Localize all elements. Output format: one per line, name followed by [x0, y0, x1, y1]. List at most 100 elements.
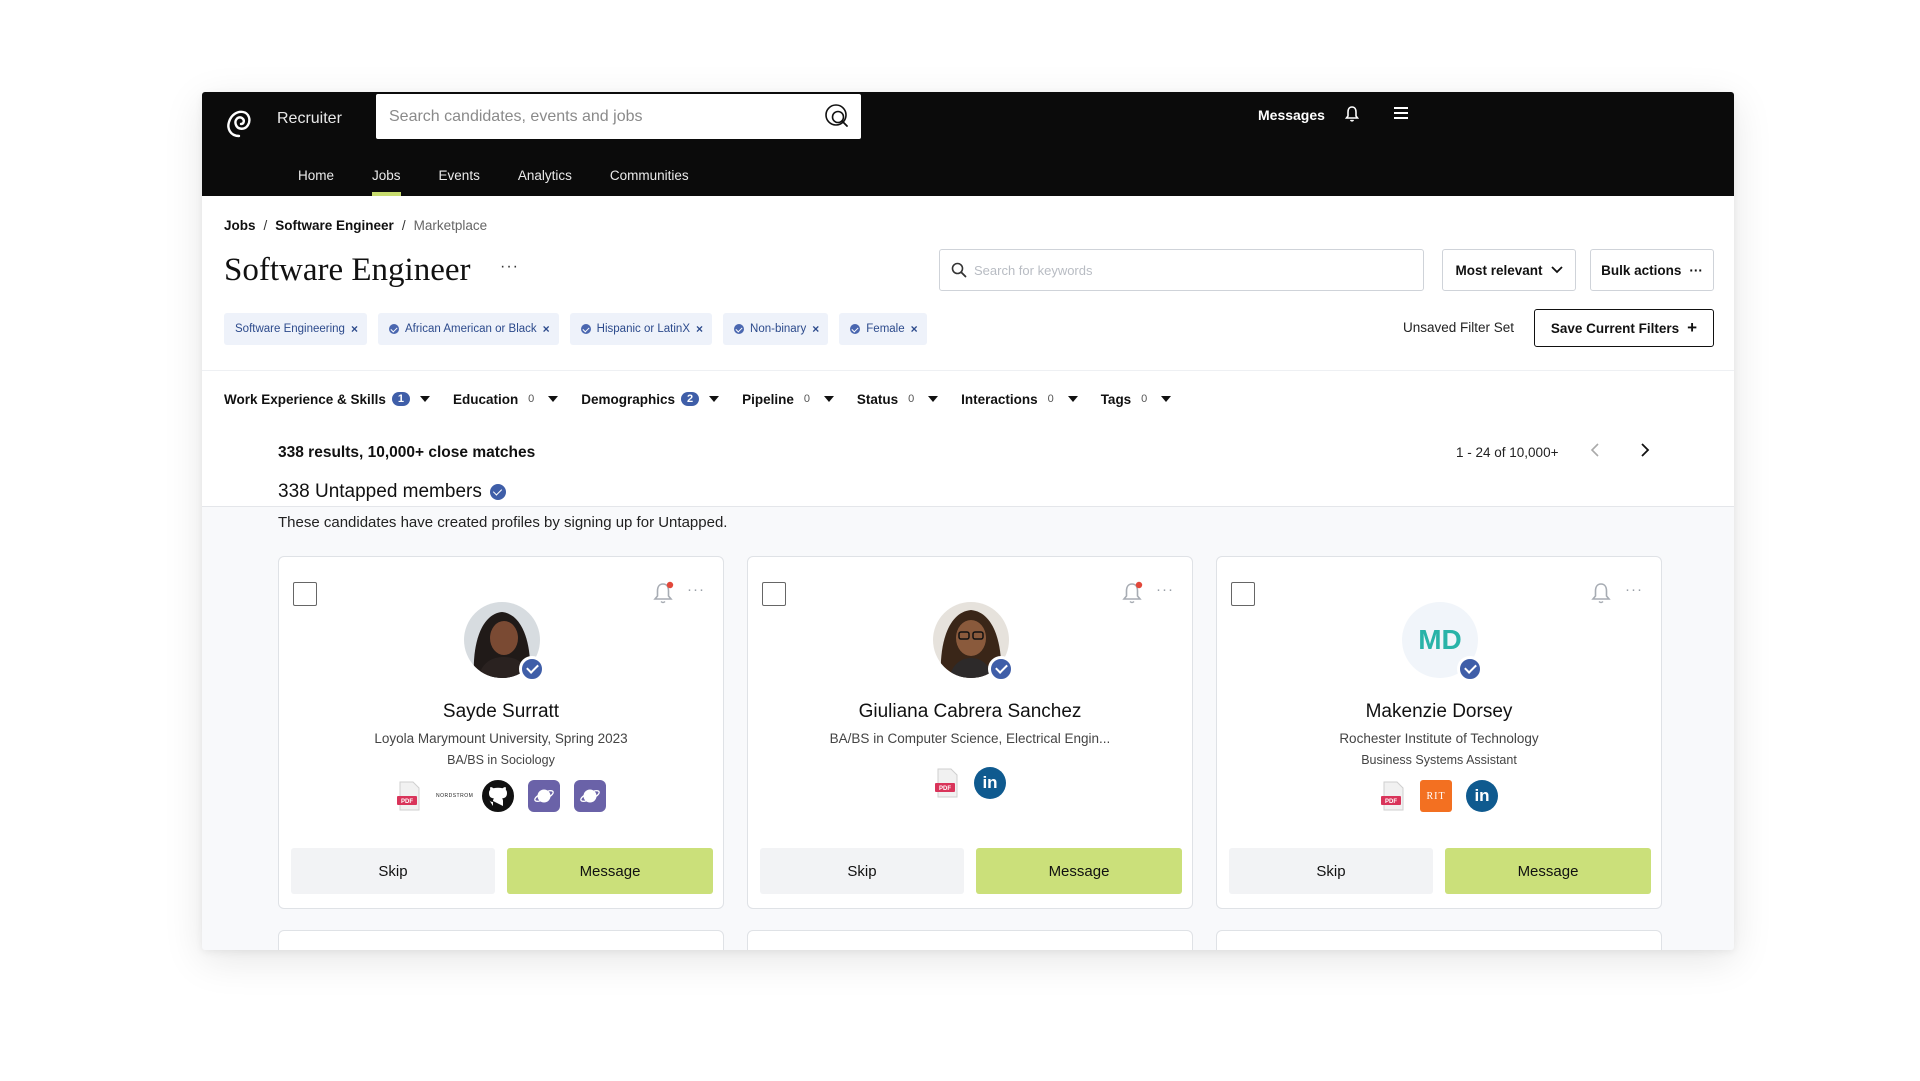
select-checkbox[interactable]: [762, 582, 786, 606]
keyword-search[interactable]: [939, 249, 1424, 291]
filter-count: 1: [391, 392, 410, 406]
chevron-down-icon: [1550, 266, 1563, 274]
tab-analytics[interactable]: Analytics: [499, 156, 591, 196]
pdf-icon[interactable]: PDF: [934, 768, 960, 798]
filter-chip[interactable]: Non-binary ×: [723, 313, 829, 345]
skip-button[interactable]: Skip: [291, 848, 495, 894]
message-button[interactable]: Message: [1445, 848, 1651, 894]
chip-label: Non-binary: [750, 323, 807, 335]
tab-home[interactable]: Home: [279, 156, 353, 196]
candidate-card: [747, 930, 1193, 950]
message-button[interactable]: Message: [976, 848, 1182, 894]
tab-jobs[interactable]: Jobs: [353, 156, 420, 196]
filter-demographics[interactable]: Demographics 2: [581, 392, 720, 407]
candidate-links: PDF in: [748, 767, 1192, 799]
more-icon[interactable]: ···: [687, 581, 705, 598]
check-circle-icon: [850, 324, 861, 334]
bulk-actions-button[interactable]: Bulk actions ···: [1590, 249, 1714, 291]
skip-button[interactable]: Skip: [1229, 848, 1433, 894]
verified-check-icon: [988, 656, 1014, 682]
bulk-actions-label: Bulk actions: [1601, 262, 1682, 278]
messages-link[interactable]: Messages: [1258, 107, 1325, 123]
close-icon[interactable]: ×: [543, 322, 550, 336]
rit-logo[interactable]: RIT: [1420, 780, 1452, 812]
pdf-icon[interactable]: PDF: [1380, 781, 1406, 811]
caret-down-icon: [548, 396, 559, 402]
active-filter-chips: Software Engineering × African American …: [224, 313, 927, 345]
hamburger-menu-icon[interactable]: [1393, 106, 1409, 120]
caret-down-icon: [1067, 396, 1078, 402]
global-search-input[interactable]: [389, 107, 809, 126]
breadcrumb-current: Marketplace: [413, 218, 488, 233]
tab-events[interactable]: Events: [420, 156, 499, 196]
filter-count: 0: [1047, 393, 1054, 405]
linkedin-icon[interactable]: in: [1466, 780, 1498, 812]
chevron-right-icon[interactable]: [1634, 440, 1654, 460]
pdf-icon[interactable]: PDF: [396, 781, 422, 811]
verified-check-icon: [1457, 656, 1483, 682]
linkedin-icon[interactable]: in: [974, 767, 1006, 799]
filter-education[interactable]: Education 0: [453, 392, 559, 407]
candidate-detail: Loyola Marymount University, Spring 2023: [374, 731, 628, 746]
candidate-name[interactable]: Giuliana Cabrera Sanchez: [748, 701, 1192, 723]
breadcrumb-separator: /: [263, 218, 268, 233]
breadcrumb-job[interactable]: Software Engineer: [275, 218, 394, 233]
candidate-links: PDF NORDSTROM: [279, 780, 723, 812]
filter-chip[interactable]: African American or Black ×: [377, 313, 559, 345]
nordstrom-logo[interactable]: NORDSTROM: [436, 793, 473, 799]
portfolio-icon[interactable]: [528, 780, 560, 812]
filter-chip[interactable]: Hispanic or LatinX ×: [569, 313, 713, 345]
close-icon[interactable]: ×: [812, 322, 819, 336]
sort-label: Most relevant: [1455, 262, 1543, 278]
close-icon[interactable]: ×: [351, 322, 358, 336]
portfolio-icon[interactable]: [574, 780, 606, 812]
filter-count: 2: [681, 392, 700, 406]
filter-chip[interactable]: Software Engineering ×: [224, 313, 367, 345]
keyword-search-input[interactable]: [974, 262, 1374, 278]
chevron-left-icon[interactable]: [1586, 440, 1606, 460]
candidate-card: [278, 930, 724, 950]
candidate-name[interactable]: Makenzie Dorsey: [1217, 701, 1661, 723]
results-summary: 338 results, 10,000+ close matches: [278, 444, 536, 461]
tab-communities[interactable]: Communities: [591, 156, 708, 196]
untapped-logo-icon[interactable]: [224, 106, 254, 140]
bell-notification-icon[interactable]: [1120, 579, 1146, 607]
select-checkbox[interactable]: [1231, 582, 1255, 606]
bell-icon[interactable]: [1589, 579, 1615, 607]
filter-pipeline[interactable]: Pipeline 0: [742, 392, 834, 407]
select-checkbox[interactable]: [293, 582, 317, 606]
filter-tags[interactable]: Tags 0: [1101, 392, 1172, 407]
candidate-links: PDF RIT in: [1217, 780, 1661, 812]
bell-icon[interactable]: [1345, 105, 1359, 123]
breadcrumb-jobs[interactable]: Jobs: [224, 218, 256, 233]
filter-chip[interactable]: Female ×: [839, 313, 927, 345]
filter-interactions[interactable]: Interactions 0: [961, 392, 1078, 407]
plus-icon: +: [1687, 318, 1698, 337]
section-title-text: 338 Untapped members: [278, 481, 482, 502]
skip-button[interactable]: Skip: [760, 848, 964, 894]
search-icon[interactable]: [823, 102, 851, 130]
save-filters-button[interactable]: Save Current Filters +: [1534, 309, 1714, 347]
filter-label: Pipeline: [742, 391, 794, 407]
sort-dropdown[interactable]: Most relevant: [1442, 249, 1576, 291]
message-button[interactable]: Message: [507, 848, 713, 894]
filter-work-experience[interactable]: Work Experience & Skills 1: [224, 392, 430, 407]
github-icon[interactable]: [482, 780, 514, 812]
bell-notification-icon[interactable]: [651, 579, 677, 607]
divider: [202, 370, 1734, 371]
filter-status[interactable]: Status 0: [857, 392, 939, 407]
avatar: [464, 602, 545, 682]
candidate-detail: Rochester Institute of Technology: [1339, 731, 1539, 746]
check-circle-icon: [388, 324, 399, 334]
more-icon[interactable]: ···: [1156, 581, 1174, 598]
more-icon[interactable]: ···: [1625, 581, 1643, 598]
close-icon[interactable]: ×: [911, 322, 918, 336]
global-search[interactable]: [376, 94, 861, 139]
search-icon: [951, 262, 967, 278]
chip-label: Female: [866, 323, 905, 335]
close-icon[interactable]: ×: [696, 322, 703, 336]
filter-label: Interactions: [961, 391, 1038, 407]
title-more-button[interactable]: ···: [500, 258, 519, 276]
filter-count: 0: [803, 393, 810, 405]
candidate-name[interactable]: Sayde Surratt: [279, 701, 723, 723]
